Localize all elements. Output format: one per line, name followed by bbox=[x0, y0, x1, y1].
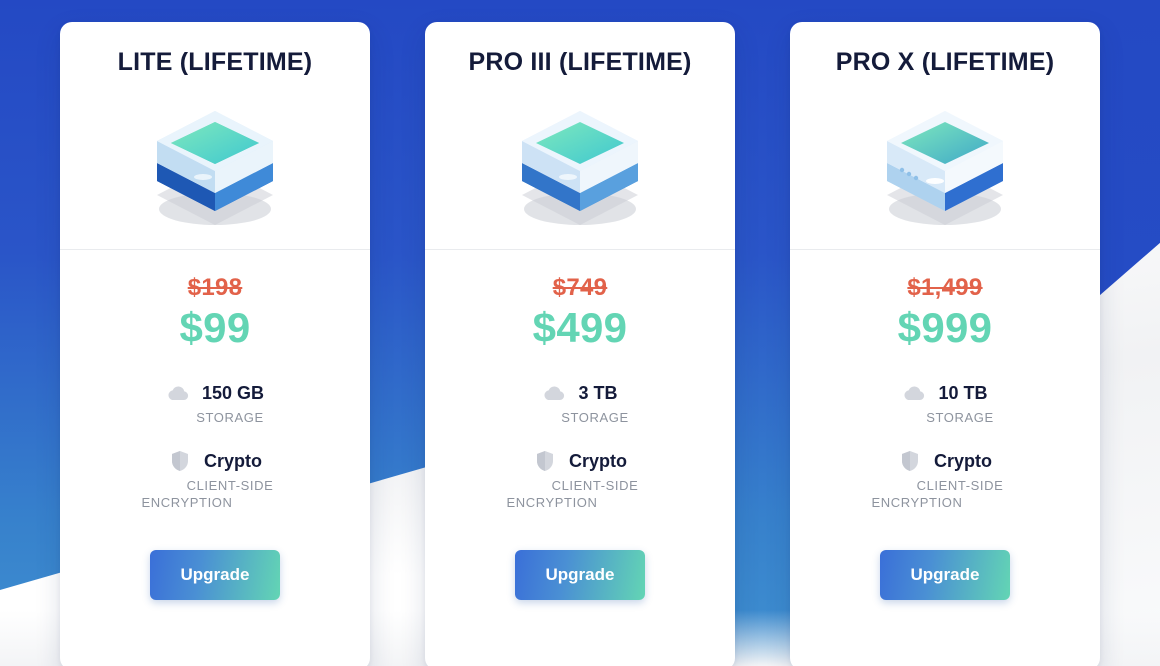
upgrade-button[interactable]: Upgrade bbox=[150, 550, 280, 600]
feature-value: Crypto bbox=[934, 450, 992, 471]
old-price: $198 bbox=[187, 274, 243, 301]
isometric-storage-box-mid-icon bbox=[480, 91, 680, 231]
feature-sub-label: CLIENT-SIDE bbox=[186, 478, 274, 493]
pricing-card-list: LITE (LIFETIME) $198 $99 150 GB STORAGE … bbox=[0, 22, 1160, 666]
feature-value: 150 GB bbox=[201, 382, 265, 403]
feature-storage: 10 TB STORAGE bbox=[814, 381, 1076, 425]
plan-title: PRO X (LIFETIME) bbox=[835, 48, 1055, 76]
cta-wrap: Upgrade bbox=[790, 550, 1100, 600]
price-block: $749 $499 bbox=[533, 276, 628, 349]
plan-title: PRO III (LIFETIME) bbox=[468, 48, 692, 76]
price-block: $198 $99 bbox=[180, 276, 251, 349]
isometric-storage-box-light-icon bbox=[845, 91, 1045, 231]
shield-icon bbox=[898, 449, 922, 473]
feature-encryption: Crypto CLIENT-SIDE ENCRYPTION bbox=[449, 449, 711, 511]
cta-wrap: Upgrade bbox=[425, 550, 735, 600]
new-price: $499 bbox=[532, 304, 628, 351]
shield-icon bbox=[168, 449, 192, 473]
pricing-card[interactable]: PRO X (LIFETIME) $1,499 $999 10 TB STORA… bbox=[790, 22, 1100, 666]
feature-storage: 150 GB STORAGE bbox=[84, 381, 346, 425]
feature-sub-label-2: ENCRYPTION bbox=[871, 495, 963, 510]
feature-sub-label-2: ENCRYPTION bbox=[141, 495, 233, 510]
card-divider bbox=[425, 249, 735, 250]
card-divider bbox=[60, 249, 370, 250]
feature-sub-label-2: ENCRYPTION bbox=[506, 495, 598, 510]
price-block: $1,499 $999 bbox=[898, 276, 993, 349]
feature-sub-label: CLIENT-SIDE bbox=[916, 478, 1004, 493]
feature-sub-label: CLIENT-SIDE bbox=[551, 478, 639, 493]
feature-list: 3 TB STORAGE Crypto CLIENT-SIDE ENCRYPTI… bbox=[425, 381, 735, 534]
feature-encryption: Crypto CLIENT-SIDE ENCRYPTION bbox=[84, 449, 346, 511]
feature-value: 10 TB bbox=[938, 382, 988, 403]
feature-value: Crypto bbox=[204, 450, 262, 471]
feature-list: 150 GB STORAGE Crypto CLIENT-SIDE ENCRYP… bbox=[60, 381, 370, 534]
cloud-icon bbox=[166, 381, 190, 405]
upgrade-button[interactable]: Upgrade bbox=[515, 550, 645, 600]
feature-list: 10 TB STORAGE Crypto CLIENT-SIDE ENCRYPT… bbox=[790, 381, 1100, 534]
feature-sub-label: STORAGE bbox=[196, 410, 264, 425]
cloud-icon bbox=[542, 381, 566, 405]
feature-storage: 3 TB STORAGE bbox=[449, 381, 711, 425]
old-price: $749 bbox=[552, 274, 608, 301]
feature-sub-label: STORAGE bbox=[561, 410, 629, 425]
cta-wrap: Upgrade bbox=[60, 550, 370, 600]
shield-icon bbox=[533, 449, 557, 473]
isometric-storage-box-dark-icon bbox=[115, 91, 315, 231]
card-divider bbox=[790, 249, 1100, 250]
new-price: $99 bbox=[179, 304, 251, 351]
plan-title: LITE (LIFETIME) bbox=[117, 48, 313, 76]
feature-sub-label: STORAGE bbox=[926, 410, 994, 425]
feature-value: Crypto bbox=[569, 450, 627, 471]
feature-encryption: Crypto CLIENT-SIDE ENCRYPTION bbox=[814, 449, 1076, 511]
pricing-card[interactable]: LITE (LIFETIME) $198 $99 150 GB STORAGE … bbox=[60, 22, 370, 666]
cloud-icon bbox=[902, 381, 926, 405]
pricing-card[interactable]: PRO III (LIFETIME) $749 $499 3 TB STORAG… bbox=[425, 22, 735, 666]
new-price: $999 bbox=[897, 304, 993, 351]
feature-value: 3 TB bbox=[578, 382, 618, 403]
upgrade-button[interactable]: Upgrade bbox=[880, 550, 1010, 600]
pricing-page: LITE (LIFETIME) $198 $99 150 GB STORAGE … bbox=[0, 0, 1160, 666]
old-price: $1,499 bbox=[907, 274, 983, 301]
